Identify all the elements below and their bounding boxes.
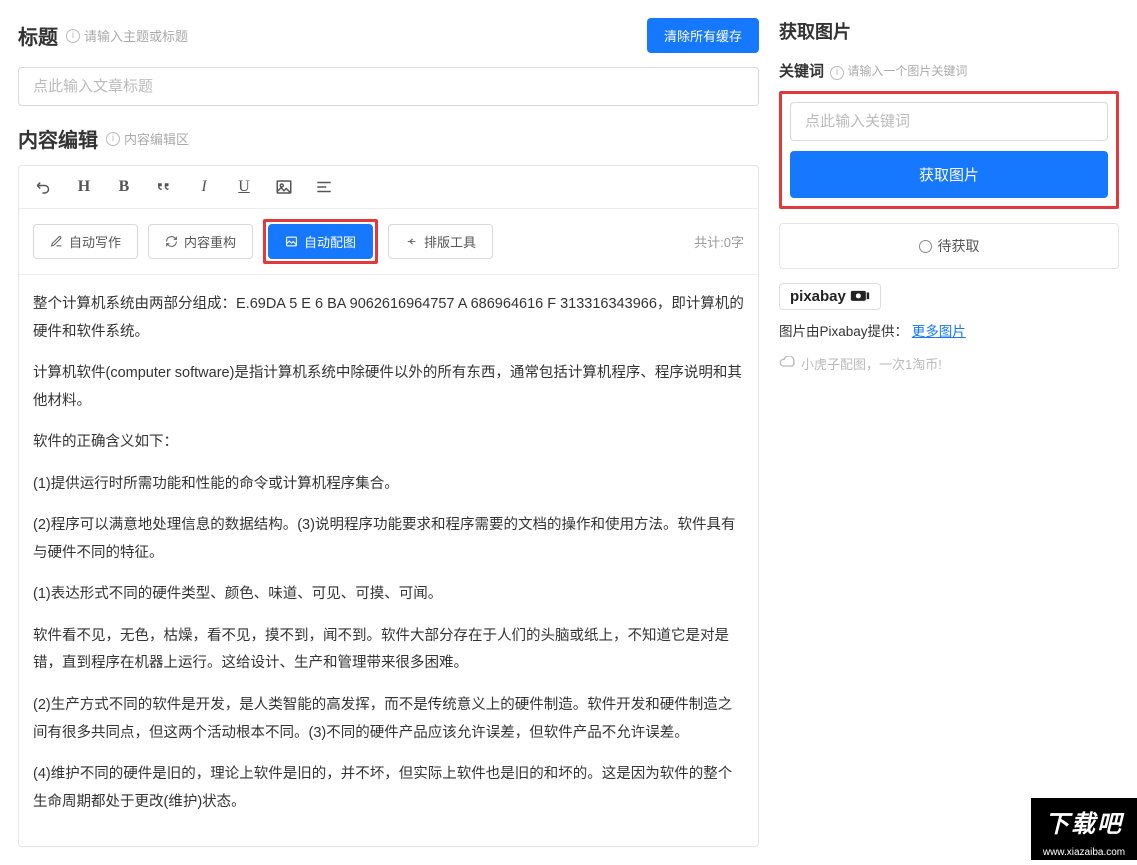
footer-note: 小虎子配图，一次1淘币!	[779, 354, 1119, 373]
content-paragraph: 计算机软件(computer software)是指计算机系统中除硬件以外的所有…	[33, 360, 744, 415]
heading-button[interactable]: H	[73, 176, 95, 198]
camera-icon	[850, 288, 870, 305]
pixabay-brand: pixabay	[790, 288, 846, 305]
layout-tool-button[interactable]: 排版工具	[388, 224, 493, 259]
auto-image-highlight: 自动配图	[263, 219, 378, 264]
title-hint: 请输入主题或标题	[84, 26, 188, 45]
content-paragraph: 软件的正确含义如下：	[33, 429, 744, 457]
info-icon: i	[66, 29, 80, 43]
undo-icon[interactable]	[33, 176, 55, 198]
editor-hint: 内容编辑区	[124, 129, 189, 148]
action-toolbar: 自动写作 内容重构 自动配图 排版工具	[19, 209, 758, 275]
editor-container: H B I U 自动写作	[18, 165, 759, 847]
editor-label: 内容编辑	[18, 124, 98, 153]
title-label: 标题	[18, 21, 58, 50]
clear-cache-button[interactable]: 清除所有缓存	[647, 18, 759, 53]
keyword-label-row: 关键词 i 请输入一个图片关键词	[779, 60, 1119, 81]
auto-write-button[interactable]: 自动写作	[33, 224, 138, 259]
get-image-heading: 获取图片	[779, 18, 1119, 44]
cloud-icon	[779, 356, 795, 371]
title-section-header: 标题 i 请输入主题或标题 清除所有缓存	[18, 18, 759, 53]
image-credit: 图片由Pixabay提供： 更多图片	[779, 320, 1119, 340]
keyword-label: 关键词	[779, 60, 824, 81]
info-icon: i	[106, 132, 120, 146]
title-hint-wrap: i 请输入主题或标题	[66, 26, 188, 45]
more-images-link[interactable]: 更多图片	[912, 324, 966, 339]
quote-button[interactable]	[153, 176, 175, 198]
content-paragraph: (2)生产方式不同的软件是开发，是人类智能的高发挥，而不是传统意义上的硬件制造。…	[33, 692, 744, 747]
italic-button[interactable]: I	[193, 176, 215, 198]
keyword-hint-wrap: i 请输入一个图片关键词	[830, 62, 967, 80]
char-count: 共计:0字	[694, 232, 744, 251]
bold-button[interactable]: B	[113, 176, 135, 198]
align-icon[interactable]	[313, 176, 335, 198]
pending-label: 待获取	[938, 236, 980, 256]
content-paragraph: 软件看不见，无色，枯燥，看不见，摸不到，闻不到。软件大部分存在于人们的头脑或纸上…	[33, 623, 744, 678]
info-icon: i	[830, 66, 844, 80]
pending-status: 待获取	[779, 223, 1119, 269]
keyword-input-highlight: 获取图片	[779, 91, 1119, 209]
keyword-input[interactable]	[790, 102, 1108, 141]
editor-content[interactable]: 整个计算机系统由两部分组成：E.69DA 5 E 6 BA 9062616964…	[19, 275, 758, 846]
content-paragraph: (1)提供运行时所需功能和性能的命令或计算机程序集合。	[33, 471, 744, 499]
get-image-button[interactable]: 获取图片	[790, 151, 1108, 198]
content-paragraph: 整个计算机系统由两部分组成：E.69DA 5 E 6 BA 9062616964…	[33, 291, 744, 346]
format-toolbar: H B I U	[19, 166, 758, 209]
editor-hint-wrap: i 内容编辑区	[106, 129, 189, 148]
article-title-input[interactable]	[18, 67, 759, 106]
restructure-button[interactable]: 内容重构	[148, 224, 253, 259]
pending-icon	[919, 240, 932, 253]
keyword-hint: 请输入一个图片关键词	[847, 64, 967, 78]
underline-button[interactable]: U	[233, 176, 255, 198]
image-icon[interactable]	[273, 176, 295, 198]
content-paragraph: (2)程序可以满意地处理信息的数据结构。(3)说明程序功能要求和程序需要的文档的…	[33, 512, 744, 567]
auto-image-button[interactable]: 自动配图	[268, 224, 373, 259]
content-paragraph: (1)表达形式不同的硬件类型、颜色、味道、可见、可摸、可闻。	[33, 581, 744, 609]
content-paragraph: (4)维护不同的硬件是旧的，理论上软件是旧的，并不坏，但实际上软件也是旧的和坏的…	[33, 761, 744, 816]
pixabay-badge: pixabay	[779, 283, 881, 310]
